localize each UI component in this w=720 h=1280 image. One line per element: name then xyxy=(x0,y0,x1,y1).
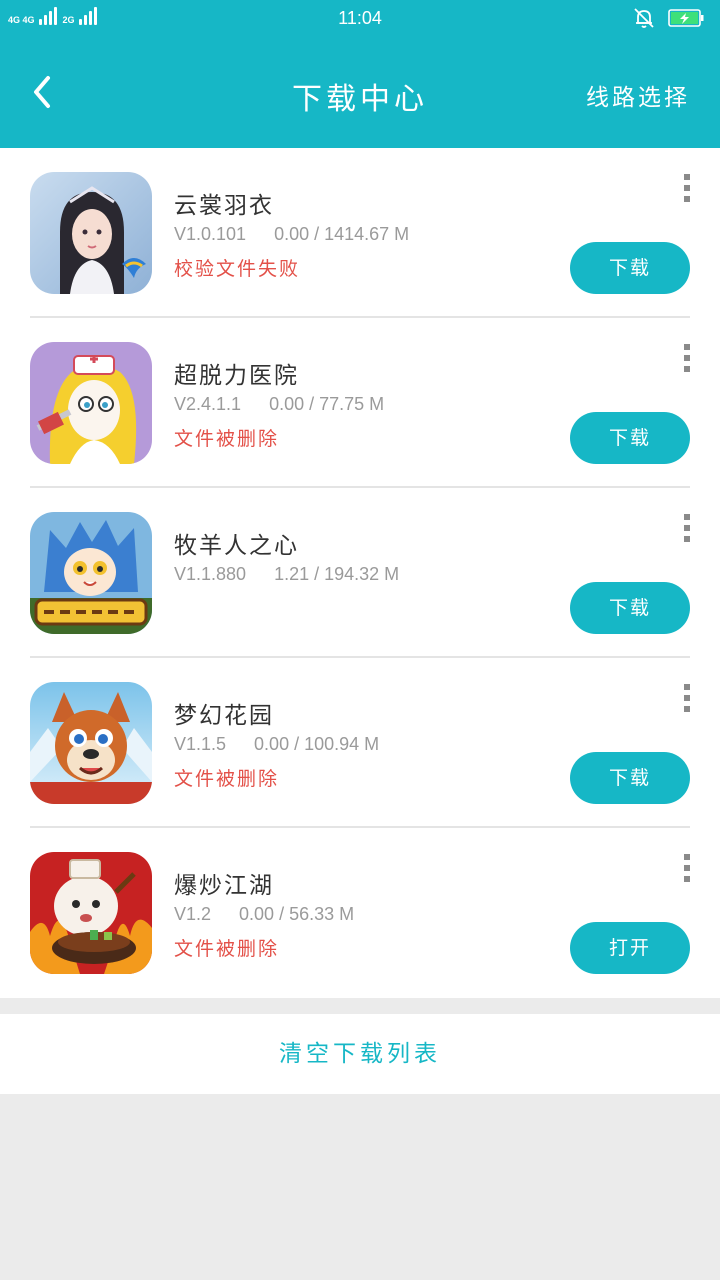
nav-bar: 下载中心 线路选择 xyxy=(0,40,720,148)
app-progress: 0.00 / 56.33 M xyxy=(239,904,355,924)
header-area: 4G 4G 2G 11:04 下载中心 线路选择 xyxy=(0,0,720,148)
route-select-button[interactable]: 线路选择 xyxy=(586,78,690,112)
back-chevron-icon[interactable] xyxy=(22,70,66,114)
download-button[interactable]: 下载 xyxy=(570,752,690,804)
app-version: V1.1.880 xyxy=(174,564,247,584)
app-version: V1.2 xyxy=(174,904,212,924)
app-status: 文件被删除 xyxy=(174,768,280,790)
more-options-icon[interactable] xyxy=(676,852,698,884)
download-item: 云裳羽衣 V1.0.101 0.00 / 1414.67 M 校验文件失败 下载 xyxy=(0,148,720,318)
app-version: V1.0.101 xyxy=(174,224,247,244)
download-item: 超脱力医院 V2.4.1.1 0.00 / 77.75 M 文件被删除 下载 xyxy=(0,318,720,488)
baochao-game-icon[interactable] xyxy=(30,852,152,974)
muted-bell-icon xyxy=(634,8,654,28)
app-meta: V2.4.1.1 0.00 / 77.75 M xyxy=(174,394,384,415)
status-clock: 11:04 xyxy=(338,8,382,28)
app-name: 梦幻花园 xyxy=(174,703,274,729)
app-status: 文件被删除 xyxy=(174,938,280,960)
app-version: V2.4.1.1 xyxy=(174,394,242,414)
app-progress: 0.00 / 100.94 M xyxy=(254,734,380,754)
app-name: 牧羊人之心 xyxy=(174,533,299,559)
download-button[interactable]: 下载 xyxy=(570,412,690,464)
download-item: 牧羊人之心 V1.1.880 1.21 / 194.32 M 下载 xyxy=(0,488,720,658)
yunshang-game-icon[interactable] xyxy=(30,172,152,294)
app-progress: 1.21 / 194.32 M xyxy=(274,564,400,584)
battery-charging-icon xyxy=(668,9,704,27)
status-bar: 4G 4G 2G 11:04 xyxy=(0,0,720,40)
app-meta: V1.0.101 0.00 / 1414.67 M xyxy=(174,224,409,245)
open-button[interactable]: 打开 xyxy=(570,922,690,974)
app-name: 云裳羽衣 xyxy=(174,193,274,219)
more-options-icon[interactable] xyxy=(676,682,698,714)
download-item: 爆炒江湖 V1.2 0.00 / 56.33 M 文件被删除 打开 xyxy=(0,828,720,998)
download-button[interactable]: 下载 xyxy=(570,242,690,294)
muyang-game-icon[interactable] xyxy=(30,512,152,634)
app-progress: 0.00 / 1414.67 M xyxy=(274,224,410,244)
download-list: 云裳羽衣 V1.0.101 0.00 / 1414.67 M 校验文件失败 下载 xyxy=(0,148,720,998)
menghuan-game-icon[interactable] xyxy=(30,682,152,804)
more-options-icon[interactable] xyxy=(676,172,698,204)
more-options-icon[interactable] xyxy=(676,512,698,544)
app-meta: V1.1.5 0.00 / 100.94 M xyxy=(174,734,379,755)
app-name: 超脱力医院 xyxy=(174,363,299,389)
app-progress: 0.00 / 77.75 M xyxy=(269,394,385,414)
more-options-icon[interactable] xyxy=(676,342,698,374)
app-status: 文件被删除 xyxy=(174,428,280,450)
app-name: 爆炒江湖 xyxy=(174,873,274,899)
chaotuoli-game-icon[interactable] xyxy=(30,342,152,464)
download-button[interactable]: 下载 xyxy=(570,582,690,634)
app-status: 校验文件失败 xyxy=(174,258,301,280)
app-meta: V1.2 0.00 / 56.33 M xyxy=(174,904,354,925)
clear-download-list-button[interactable]: 清空下载列表 xyxy=(0,1014,720,1094)
app-version: V1.1.5 xyxy=(174,734,227,754)
app-meta: V1.1.880 1.21 / 194.32 M xyxy=(174,564,399,585)
download-item: 梦幻花园 V1.1.5 0.00 / 100.94 M 文件被删除 下载 xyxy=(0,658,720,828)
